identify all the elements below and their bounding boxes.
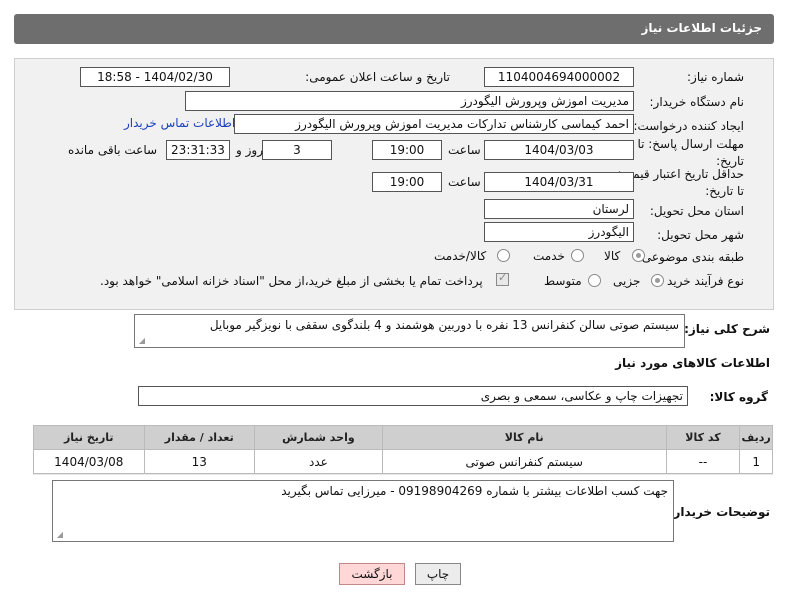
- process-minor-radio[interactable]: [651, 274, 664, 287]
- need-number-field[interactable]: 1104004694000002: [484, 67, 634, 87]
- items-table-wrapper: ردیف کد کالا نام کالا واحد شمارش تعداد /…: [33, 425, 773, 475]
- buyer-notes-label: توضیحات خریدار:: [668, 505, 770, 519]
- remaining-time-label: ساعت باقی مانده: [68, 143, 158, 157]
- need-number-label: شماره نیاز:: [687, 70, 744, 84]
- category-service-label: خدمت: [533, 249, 565, 263]
- payment-note: پرداخت تمام یا بخشی از مبلغ خرید،از محل …: [100, 274, 483, 288]
- announce-datetime-label: تاریخ و ساعت اعلان عمومی:: [305, 70, 450, 84]
- need-description-textarea[interactable]: سیستم صوتی سالن کنفرانس 13 نفره با دوربی…: [134, 314, 685, 348]
- province-label: استان محل تحویل:: [649, 204, 744, 218]
- resize-grip-icon[interactable]: ◢: [137, 337, 145, 345]
- requester-field[interactable]: احمد کیماسی کارشناس تدارکات مدیریت اموزش…: [234, 114, 634, 134]
- goods-section-title: اطلاعات کالاهای مورد نیاز: [615, 356, 770, 370]
- buyer-notes-textarea[interactable]: جهت کسب اطلاعات بیشتر با شماره 091989042…: [52, 480, 674, 542]
- buyer-notes-text: جهت کسب اطلاعات بیشتر با شماره 091989042…: [281, 484, 668, 498]
- col-row-number: ردیف: [739, 425, 773, 450]
- col-item-code: کد کالا: [665, 425, 741, 450]
- requester-label: ایجاد کننده درخواست:: [633, 119, 744, 133]
- goods-group-field[interactable]: تجهیزات چاپ و عکاسی، سمعی و بصری: [138, 386, 688, 406]
- print-button[interactable]: چاپ: [415, 563, 461, 585]
- items-table: ردیف کد کالا نام کالا واحد شمارش تعداد /…: [33, 425, 773, 474]
- page-title: جزئیات اطلاعات نیاز: [641, 21, 762, 35]
- resize-grip-icon[interactable]: ◢: [55, 531, 63, 539]
- reply-time-field[interactable]: 19:00: [372, 140, 442, 160]
- announce-datetime-field[interactable]: 1404/02/30 - 18:58: [80, 67, 230, 87]
- col-need-date: تاریخ نیاز: [33, 425, 145, 450]
- table-row[interactable]: 1 -- سیستم کنفرانس صوتی عدد 13 1404/03/0…: [33, 449, 773, 474]
- cell-unit: عدد: [254, 449, 383, 474]
- reply-time-label: ساعت: [448, 143, 481, 157]
- cell-item-code: --: [665, 449, 741, 474]
- process-minor-label: جزیی: [613, 274, 641, 288]
- need-description-text: سیستم صوتی سالن کنفرانس 13 نفره با دوربی…: [209, 318, 679, 332]
- cell-item-name: سیستم کنفرانس صوتی: [381, 449, 667, 474]
- cell-row-number: 1: [739, 449, 773, 474]
- back-button[interactable]: بازگشت: [339, 563, 405, 585]
- buyer-org-label: نام دستگاه خریدار:: [649, 95, 745, 109]
- need-description-label: شرح کلی نیاز:: [684, 322, 770, 336]
- city-field[interactable]: الیگودرز: [484, 222, 634, 242]
- province-field[interactable]: لرستان: [484, 199, 634, 219]
- category-label: طبقه بندی موضوعی:: [637, 250, 744, 264]
- validity-date-field[interactable]: 1404/03/31: [484, 172, 634, 192]
- goods-group-label: گروه کالا:: [709, 390, 768, 404]
- cell-need-date: 1404/03/08: [33, 449, 145, 474]
- page-header: جزئیات اطلاعات نیاز: [14, 14, 774, 44]
- col-item-name: نام کالا: [381, 425, 667, 450]
- city-label: شهر محل تحویل:: [657, 228, 744, 242]
- category-goods-label: کالا: [604, 249, 621, 263]
- days-field[interactable]: 3: [262, 140, 332, 160]
- col-unit: واحد شمارش: [254, 425, 383, 450]
- process-type-label: نوع فرآیند خرید :: [659, 274, 744, 288]
- category-goods-radio[interactable]: [632, 249, 645, 262]
- reply-deadline-label: مهلت ارسال پاسخ: تا تاریخ:: [637, 137, 744, 168]
- buyer-org-field[interactable]: مدیریت اموزش وپرورش الیگودرز: [185, 91, 634, 111]
- buyer-contact-link[interactable]: اطلاعات تماس خریدار: [124, 116, 235, 130]
- items-table-header: ردیف کد کالا نام کالا واحد شمارش تعداد /…: [33, 425, 773, 450]
- days-label: روز و: [236, 143, 263, 157]
- price-validity-label: حداقل تاریخ اعتبار قیمت: تا تاریخ:: [617, 167, 744, 198]
- validity-time-field[interactable]: 19:00: [372, 172, 442, 192]
- validity-time-label: ساعت: [448, 175, 481, 189]
- reply-date-field[interactable]: 1404/03/03: [484, 140, 634, 160]
- col-quantity: تعداد / مقدار: [143, 425, 256, 450]
- category-service-radio[interactable]: [571, 249, 584, 262]
- process-medium-label: متوسط: [544, 274, 582, 288]
- remaining-time-field[interactable]: 23:31:33: [166, 140, 230, 160]
- category-goods-service-radio[interactable]: [497, 249, 510, 262]
- islamic-treasury-checkbox[interactable]: [496, 271, 509, 286]
- cell-quantity: 13: [143, 449, 256, 474]
- process-medium-radio[interactable]: [588, 274, 601, 287]
- category-goods-service-label: کالا/خدمت: [434, 249, 487, 263]
